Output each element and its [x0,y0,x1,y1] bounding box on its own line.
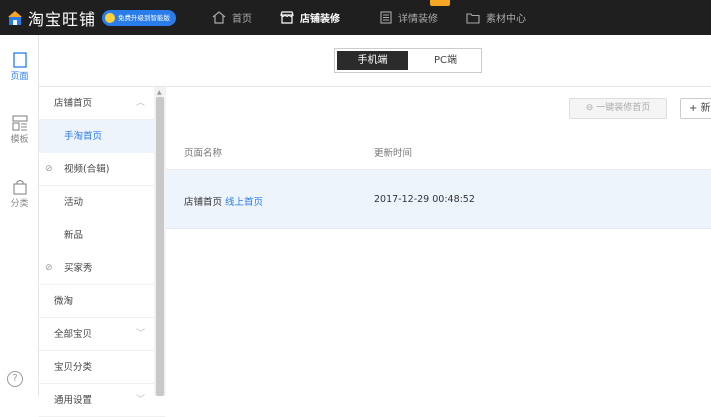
one-key-label: 一键装修首页 [596,103,651,113]
upgrade-badge[interactable]: 免费升级到智能版 [102,9,177,26]
sidebar-scrollbar[interactable]: ▲ [154,87,166,396]
scrollbar-thumb[interactable] [156,97,164,396]
nav-home[interactable]: 首页 [198,0,266,35]
chevron-down-icon[interactable]: ﹀ [136,318,145,351]
scroll-up-icon[interactable]: ▲ [157,89,162,96]
app-logo[interactable]: 淘宝旺铺 [6,6,96,30]
sidebar-item-label: 宝贝分类 [54,362,93,373]
sidebar-item-all-items[interactable]: 全部宝贝 ﹀ [39,318,165,351]
sidebar-item-label: 买家秀 [64,263,93,274]
shop-logo-icon [8,10,22,25]
sidebar-item-label: 通用设置 [54,395,93,406]
top-bar: 淘宝旺铺 免费升级到智能版 首页 店铺装修 详情装修 素材中心 [0,0,711,35]
rail-category-label: 分类 [10,199,29,209]
nav-detail-decoration-label: 详情装修 [398,14,439,25]
rail-template[interactable]: 模板 [0,115,39,145]
sidebar-item-label: 新品 [64,230,84,241]
main-content: ⊖ 一键装修首页 + 新 页面名称 更新时间 店铺首页 线上首页 2017-12… [166,87,711,396]
hidden-eye-icon[interactable]: ⊘ [45,153,53,186]
chevron-down-icon[interactable]: ﹀ [136,384,145,417]
home-icon [212,11,226,24]
nav-store-decoration[interactable]: 店铺装修 [266,0,354,35]
column-header-updated: 更新时间 [374,148,413,159]
folder-icon [466,12,480,24]
updated-time-cell: 2017-12-29 00:48:52 [374,194,475,205]
sidebar-item-label: 视频(合辑) [64,164,110,175]
sidebar-item-label: 活动 [64,197,84,208]
new-tag [430,0,451,6]
sidebar-item-activity[interactable]: 活动 [39,186,165,219]
nav-detail-decoration[interactable]: 详情装修 [366,0,452,35]
left-rail: 页面 模板 分类 [0,35,39,396]
sidebar-item-label: 全部宝贝 [54,329,93,340]
tab-pc[interactable]: PC端 [410,49,481,72]
store-icon [280,11,294,24]
tab-mobile[interactable]: 手机端 [337,51,408,70]
one-key-icon: ⊖ [585,103,597,113]
page-icon [12,52,27,68]
rail-template-label: 模板 [10,135,29,145]
one-key-decorate-button[interactable]: ⊖ 一键装修首页 [569,98,667,119]
sidebar-item-buyer-show[interactable]: ⊘ 买家秀 [39,252,165,285]
sidebar-item-label: 手淘首页 [64,131,103,142]
upgrade-badge-label: 免费升级到智能版 [118,13,171,22]
new-page-button[interactable]: + 新 [680,98,711,119]
top-nav: 首页 店铺装修 详情装修 素材中心 [198,0,540,35]
table-row[interactable]: 店铺首页 线上首页 2017-12-29 00:48:52 [166,170,711,229]
hidden-eye-icon[interactable]: ⊘ [45,252,53,285]
document-icon [380,11,392,24]
nav-material-center-label: 素材中心 [486,14,527,25]
device-toggle-bar: 手机端 PC端 [39,35,711,87]
sidebar-item-video[interactable]: ⊘ 视频(合辑) [39,153,165,186]
device-toggle: 手机端 PC端 [334,48,482,73]
help-icon[interactable]: ? [7,371,23,387]
rail-category[interactable]: 分类 [0,179,39,209]
page-list-sidebar: 店铺首页 ︿ 手淘首页 ⊘ 视频(合辑) 活动 新品 ⊘ 买家秀 微淘 全部宝贝… [39,87,166,417]
online-home-tag[interactable]: 线上首页 [225,197,263,208]
template-icon [11,115,28,131]
bag-icon [12,179,27,195]
sidebar-item-item-category[interactable]: 宝贝分类 [39,351,165,384]
sidebar-item-label: 店铺首页 [54,98,93,109]
chevron-up-icon[interactable]: ︿ [136,87,145,120]
sidebar-item-label: 微淘 [54,296,74,307]
page-name-cell: 店铺首页 线上首页 [184,194,263,208]
upgrade-icon [105,12,116,23]
sidebar-item-mobile-home[interactable]: 手淘首页 [39,120,165,153]
nav-home-label: 首页 [232,14,253,25]
sidebar-item-general-settings[interactable]: 通用设置 ﹀ [39,384,165,417]
app-name: 淘宝旺铺 [28,9,97,29]
page-name: 店铺首页 [184,197,223,208]
nav-material-center[interactable]: 素材中心 [452,0,540,35]
sidebar-item-store-home[interactable]: 店铺首页 ︿ [39,87,165,120]
sidebar-item-weitao[interactable]: 微淘 [39,285,165,318]
rail-page[interactable]: 页面 [0,52,39,82]
nav-store-decoration-label: 店铺装修 [300,14,341,25]
sidebar-item-new[interactable]: 新品 [39,219,165,252]
column-header-name: 页面名称 [184,148,223,159]
rail-page-label: 页面 [10,72,29,82]
